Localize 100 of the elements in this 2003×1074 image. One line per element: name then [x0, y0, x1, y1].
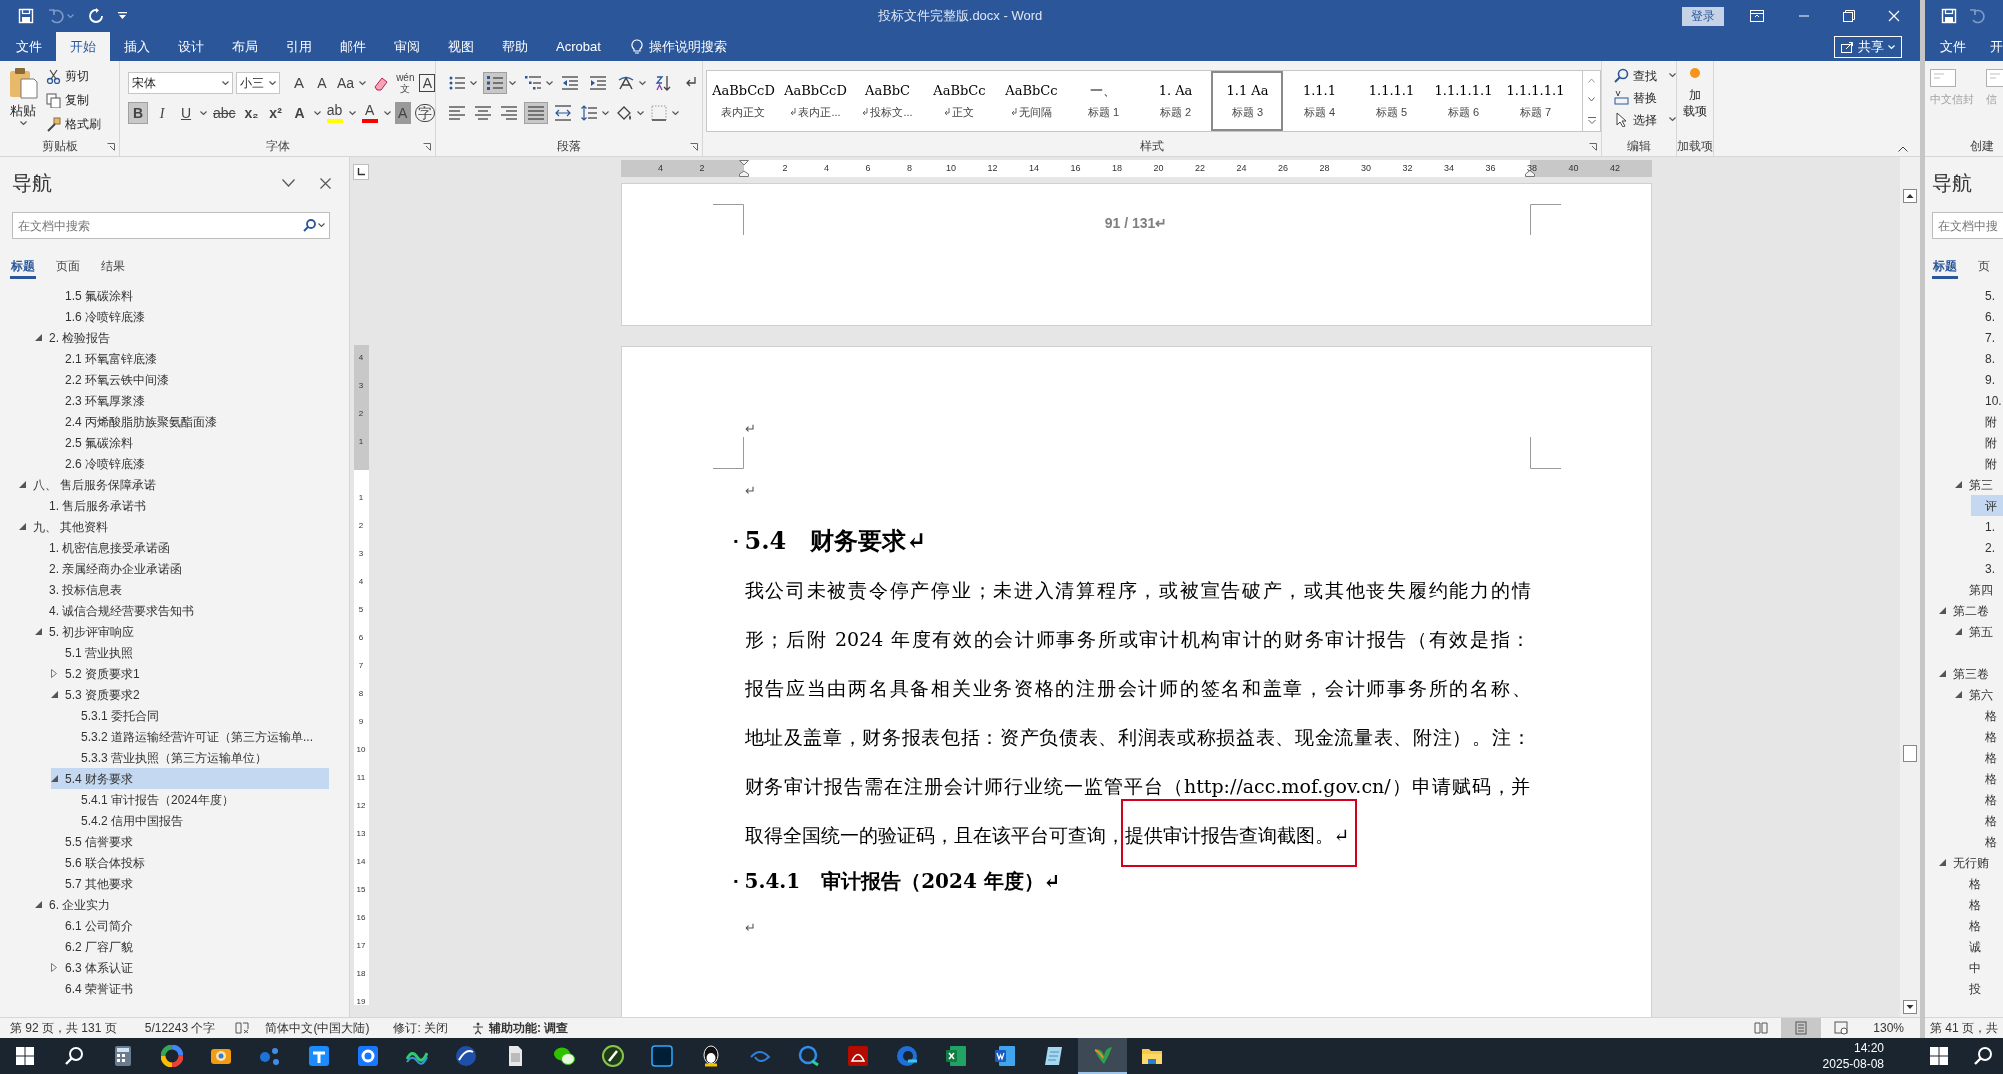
style-item[interactable]: AaBbCc 无间隔: [995, 71, 1068, 131]
search-icon[interactable]: [1973, 1046, 1993, 1066]
nav-heading-item[interactable]: 1. 售后服务承诺书: [35, 495, 329, 516]
increase-indent-icon[interactable]: [590, 75, 607, 91]
clipboard-action[interactable]: 剪切: [46, 65, 101, 87]
font-name-field[interactable]: 宋体: [128, 72, 233, 94]
search-icon[interactable]: [63, 1046, 84, 1066]
ribbon-tab[interactable]: 邮件: [326, 32, 380, 61]
expanded-arrow-icon[interactable]: [19, 481, 26, 488]
align-left-icon[interactable]: [449, 105, 466, 121]
nav-heading-item[interactable]: 八、 售后服务保障承诺: [19, 474, 329, 495]
dropdown-icon[interactable]: [282, 179, 295, 187]
nav-heading-item[interactable]: 5.4.1 审计报告（2024年度）: [67, 789, 329, 810]
nav-heading-item[interactable]: 第五: [1955, 621, 2003, 642]
ribbon-tab[interactable]: 文件: [2, 32, 56, 61]
nav-heading-item[interactable]: 5.4 财务要求: [51, 768, 329, 789]
editing-action[interactable]: 查找: [1614, 65, 1677, 86]
undo-icon[interactable]: [48, 8, 64, 24]
clipboard-action[interactable]: 格式刷: [46, 113, 101, 135]
style-item[interactable]: 1.1.1.1 标题 5: [1355, 71, 1428, 131]
numbered-list-button[interactable]: [483, 72, 508, 94]
shrink-font-button[interactable]: A: [312, 72, 332, 94]
justify-button[interactable]: [524, 102, 549, 124]
text-direction-icon[interactable]: [618, 75, 635, 91]
undo-icon[interactable]: [1969, 8, 1985, 24]
nav-heading-item[interactable]: 2.4 丙烯酸脂肪族聚氨酯面漆: [51, 411, 329, 432]
style-item[interactable]: 1. Aa 标题 2: [1139, 71, 1212, 131]
character-shading-button[interactable]: A: [394, 102, 411, 124]
nav-heading-item[interactable]: 5.: [1971, 285, 2003, 306]
nav-heading-item[interactable]: 第六: [1955, 684, 2003, 705]
change-case-button[interactable]: Aa: [335, 72, 357, 94]
nav-heading-item[interactable]: 2.: [1971, 537, 2003, 558]
paint-bucket-icon[interactable]: [616, 105, 633, 121]
font-color-button[interactable]: A: [359, 102, 380, 124]
search-field[interactable]: 在文档中搜: [1932, 212, 2003, 239]
ribbon-tab[interactable]: Acrobat: [542, 32, 615, 61]
nav-heading-item[interactable]: 附: [1971, 432, 2003, 453]
add-ins-button[interactable]: 加 载项: [1677, 61, 1714, 139]
nav-heading-item[interactable]: 格: [1971, 726, 2003, 747]
pane-tab[interactable]: 结果: [100, 255, 126, 279]
nav-heading-item[interactable]: 6. 企业实力: [35, 894, 329, 915]
nav-heading-item[interactable]: 第三: [1955, 474, 2003, 495]
nav-heading-item[interactable]: 2.5 氟碳涂料: [51, 432, 329, 453]
paste-icon[interactable]: [8, 67, 38, 99]
dialog-launcher-icon[interactable]: [107, 143, 115, 151]
style-item[interactable]: 1.1.1 标题 4: [1283, 71, 1356, 131]
borders-icon[interactable]: [651, 105, 668, 121]
clock-time[interactable]: 14:20: [1853, 1040, 1884, 1056]
ribbon-tab[interactable]: 开: [1990, 36, 2003, 57]
track-changes-status[interactable]: 修订: 关闭: [393, 1019, 449, 1037]
nav-heading-item[interactable]: 5. 初步评审响应: [35, 621, 329, 642]
more-styles-icon[interactable]: [1588, 116, 1596, 124]
nav-heading-item[interactable]: 5.3.2 道路运输经营许可证（第三方运输单...: [67, 726, 329, 747]
nav-heading-item[interactable]: 5.1 营业执照: [51, 642, 329, 663]
editing-action[interactable]: 选择: [1614, 109, 1677, 130]
pane-tab[interactable]: 标题: [1932, 255, 1958, 279]
expanded-arrow-icon[interactable]: [1955, 481, 1962, 488]
ribbon-display-icon[interactable]: [1750, 10, 1764, 22]
pane-tab[interactable]: 页: [1977, 255, 1991, 279]
nav-heading-item[interactable]: 6.1 公司简介: [51, 915, 329, 936]
right-indent-marker-icon[interactable]: [1524, 170, 1535, 177]
underline-button[interactable]: U: [176, 102, 196, 124]
nav-heading-item[interactable]: 9.: [1971, 369, 2003, 390]
windows-icon[interactable]: [1929, 1047, 1948, 1065]
nav-heading-item[interactable]: 第三卷: [1939, 663, 2003, 684]
ribbon-tab[interactable]: 插入: [110, 32, 164, 61]
nav-heading-item[interactable]: 第二卷: [1939, 600, 2003, 621]
nav-heading-item[interactable]: 8.: [1971, 348, 2003, 369]
nav-heading-item[interactable]: 2. 亲属经商办企业承诺函: [35, 558, 329, 579]
nav-heading-item[interactable]: 投: [1955, 978, 2003, 999]
grow-font-button[interactable]: A: [289, 72, 309, 94]
style-item[interactable]: AaBbCcD 表内正文: [707, 71, 780, 131]
nav-heading-item[interactable]: 5.3.3 营业执照（第三方运输单位）: [67, 747, 329, 768]
nav-heading-item[interactable]: 1.: [1971, 516, 2003, 537]
clipboard-action[interactable]: 复制: [46, 89, 101, 111]
nav-heading-item[interactable]: 2.2 环氧云铁中间漆: [51, 369, 329, 390]
nav-heading-item[interactable]: 2. 检验报告: [35, 327, 329, 348]
style-item[interactable]: AaBbCc 正文: [923, 71, 996, 131]
nav-heading-item[interactable]: 格: [1955, 894, 2003, 915]
distributed-icon[interactable]: [555, 105, 572, 121]
nav-heading-item[interactable]: 格: [1971, 789, 2003, 810]
nav-heading-item[interactable]: 格: [1955, 915, 2003, 936]
close-icon[interactable]: [320, 177, 331, 189]
language-indicator[interactable]: 简体中文(中国大陆): [265, 1019, 370, 1037]
proofing-icon[interactable]: [235, 1022, 250, 1034]
accessibility-status[interactable]: 辅助功能: 调查: [472, 1019, 569, 1037]
nav-heading-item[interactable]: 无行贿: [1939, 852, 2003, 873]
nav-heading-item[interactable]: 6.4 荣誉证书: [51, 978, 329, 999]
scroll-down-icon[interactable]: [1903, 1000, 1917, 1014]
collapsed-arrow-icon[interactable]: [51, 669, 57, 678]
expanded-arrow-icon[interactable]: [1955, 691, 1962, 698]
nav-heading-item[interactable]: 格: [1971, 810, 2003, 831]
italic-button[interactable]: I: [152, 102, 172, 124]
style-item[interactable]: 一、 标题 1: [1067, 71, 1140, 131]
ribbon-tab[interactable]: 引用: [272, 32, 326, 61]
nav-heading-item[interactable]: 5.5 信誉要求: [51, 831, 329, 852]
expanded-arrow-icon[interactable]: [35, 628, 42, 635]
nav-heading-item[interactable]: 格: [1971, 705, 2003, 726]
highlight-button[interactable]: ab: [324, 102, 345, 124]
save-icon[interactable]: [18, 8, 34, 24]
